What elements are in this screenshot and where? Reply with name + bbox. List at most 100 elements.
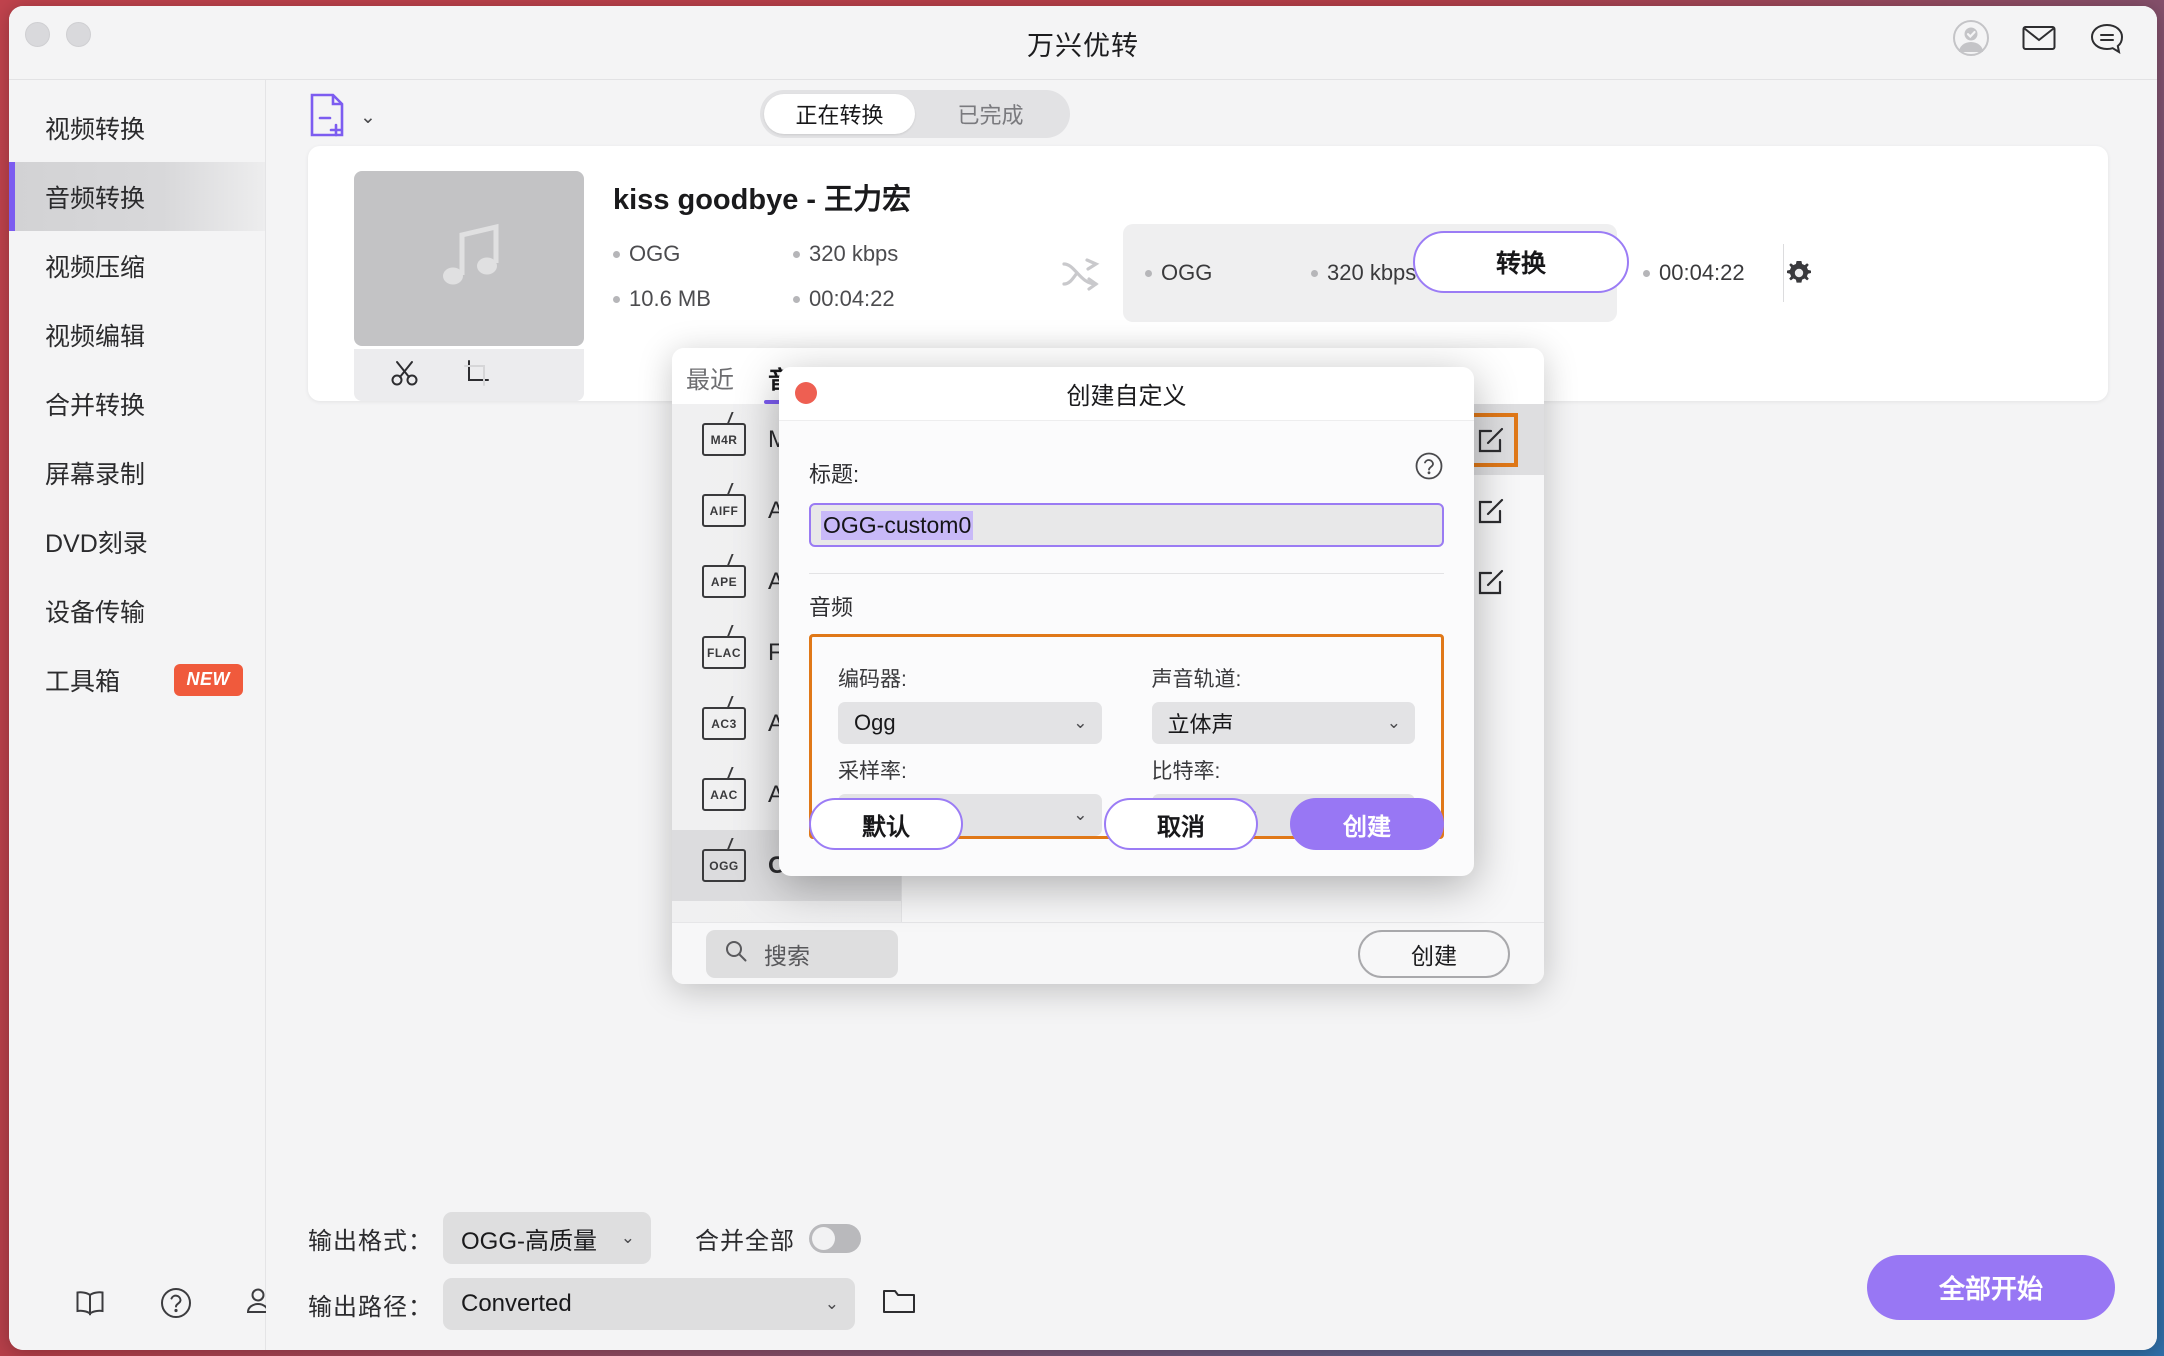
merge-all-toggle[interactable] <box>809 1224 861 1253</box>
help-circle-icon[interactable] <box>159 1286 193 1320</box>
tab-recent[interactable]: 最近 <box>686 360 734 404</box>
file-thumbnail <box>354 171 584 346</box>
music-note-icon <box>426 213 512 304</box>
main-content: ⌄ 正在转换 已完成 kiss goodbye - 王力宏 OGG <box>266 80 2157 1350</box>
sidebar-item-label: 音频转换 <box>45 179 145 215</box>
create-button[interactable]: 创建 <box>1290 798 1444 850</box>
dialog-header: 创建自定义 <box>779 367 1474 421</box>
search-input[interactable]: 搜索 <box>706 930 898 978</box>
file-source-meta-row-2: 10.6 MB 00:04:22 <box>613 286 1033 312</box>
crop-icon[interactable] <box>462 358 492 393</box>
list-item: 320 kbps <box>793 241 933 267</box>
sidebar-item-label: 视频编辑 <box>45 317 145 353</box>
encoder-select[interactable]: Ogg ⌄ <box>838 702 1102 744</box>
gear-icon[interactable] <box>1783 244 1814 302</box>
output-path-select[interactable]: Converted ⌄ <box>443 1278 855 1330</box>
default-button[interactable]: 默认 <box>809 798 963 850</box>
channel-select[interactable]: 立体声 ⌄ <box>1152 702 1416 744</box>
sidebar-item-video-edit[interactable]: 视频编辑 <box>9 300 265 369</box>
close-icon[interactable] <box>795 382 817 404</box>
bottom-bar: 输出格式： OGG-高质量 ⌄ 合并全部 输出路径： Converted ⌄ <box>266 1190 2157 1350</box>
mail-icon[interactable] <box>2019 18 2059 58</box>
sidebar-item-device-transfer[interactable]: 设备传输 <box>9 576 265 645</box>
file-source-meta-row-1: OGG 320 kbps <box>613 241 1033 267</box>
file-name: kiss goodbye - 王力宏 <box>613 176 911 218</box>
list-item: 00:04:22 <box>793 286 933 312</box>
merge-all-control[interactable]: 合并全部 <box>695 1221 861 1256</box>
convert-button[interactable]: 转换 <box>1413 231 1629 293</box>
encoder-label: 编码器: <box>838 663 1102 693</box>
list-item: 10.6 MB <box>613 286 753 312</box>
chevron-down-icon: ⌄ <box>1387 713 1401 733</box>
sidebar-item-audio-convert[interactable]: 音频转换 <box>9 162 265 231</box>
dialog-footer-actions: 取消 创建 <box>1104 798 1444 850</box>
output-format-label: 输出格式： <box>308 1221 433 1256</box>
divider <box>809 573 1444 574</box>
search-icon <box>724 939 748 969</box>
conversion-status-tabs[interactable]: 正在转换 已完成 <box>760 90 1070 138</box>
sidebar-item-video-compress[interactable]: 视频压缩 <box>9 231 265 300</box>
status-badge: NEW <box>174 664 244 696</box>
chevron-down-icon: ⌄ <box>1073 713 1087 733</box>
format-file-icon: FLAC <box>702 636 746 669</box>
create-preset-button[interactable]: 创建 <box>1358 930 1510 978</box>
sidebar-nav: 视频转换 音频转换 视频压缩 视频编辑 合并转换 屏幕录制 DVD刻录 设备传输 <box>9 93 265 714</box>
add-file-button[interactable]: ⌄ <box>308 92 376 143</box>
chevron-down-icon: ⌄ <box>621 1228 635 1248</box>
audio-section-label: 音频 <box>809 590 1444 622</box>
merge-all-label: 合并全部 <box>695 1221 795 1256</box>
dialog-footer: 默认 取消 创建 <box>779 772 1474 876</box>
title-input-value: OGG-custom0 <box>821 511 973 540</box>
edit-icon[interactable] <box>1468 417 1514 463</box>
format-file-icon: M4R <box>702 423 746 456</box>
tab-converting[interactable]: 正在转换 <box>764 94 915 134</box>
sidebar-item-dvd-burn[interactable]: DVD刻录 <box>9 507 265 576</box>
list-item: OGG <box>1145 260 1285 286</box>
encoder-field: 编码器: Ogg ⌄ <box>838 663 1102 745</box>
format-file-icon: AC3 <box>702 707 746 740</box>
help-circle-icon[interactable] <box>1414 451 1444 481</box>
sidebar-item-screen-record[interactable]: 屏幕录制 <box>9 438 265 507</box>
sidebar-item-label: 设备传输 <box>45 593 145 629</box>
content-toolbar: ⌄ 正在转换 已完成 <box>266 80 2157 146</box>
sidebar-item-toolbox[interactable]: 工具箱 NEW <box>9 645 265 714</box>
start-all-button[interactable]: 全部开始 <box>1867 1255 2115 1320</box>
chevron-down-icon[interactable]: ⌄ <box>360 106 376 129</box>
sidebar-item-label: 工具箱 <box>45 662 120 698</box>
chat-icon[interactable] <box>2087 18 2127 58</box>
sidebar-item-label: DVD刻录 <box>45 524 148 560</box>
sidebar-item-label: 屏幕录制 <box>45 455 145 491</box>
sidebar-item-label: 视频转换 <box>45 110 145 146</box>
format-file-icon: APE <box>702 565 746 598</box>
dialog-title: 创建自定义 <box>1067 376 1187 411</box>
output-format-select[interactable]: OGG-高质量 ⌄ <box>443 1212 651 1264</box>
output-path-label: 输出路径： <box>308 1287 433 1322</box>
sidebar: 视频转换 音频转换 视频压缩 视频编辑 合并转换 屏幕录制 DVD刻录 设备传输 <box>9 80 266 1350</box>
edit-icon[interactable] <box>1468 559 1514 605</box>
scissors-icon[interactable] <box>390 358 420 393</box>
desktop-background: 万兴优转 <box>0 0 2164 1356</box>
channel-label: 声音轨道: <box>1152 663 1416 693</box>
tab-completed[interactable]: 已完成 <box>915 94 1066 134</box>
format-file-icon: AAC <box>702 778 746 811</box>
title-input[interactable]: OGG-custom0 <box>809 503 1444 547</box>
app-window: 万兴优转 <box>9 6 2157 1350</box>
output-path-row: 输出路径： Converted ⌄ <box>308 1278 921 1330</box>
sidebar-item-label: 视频压缩 <box>45 248 145 284</box>
edit-icon[interactable] <box>1468 488 1514 534</box>
page-title: 万兴优转 <box>9 6 2157 80</box>
sidebar-item-merge-convert[interactable]: 合并转换 <box>9 369 265 438</box>
account-verified-icon[interactable] <box>1951 18 1991 58</box>
list-item: OGG <box>613 241 753 267</box>
cancel-button[interactable]: 取消 <box>1104 798 1258 850</box>
folder-icon[interactable] <box>881 1284 921 1324</box>
book-icon[interactable] <box>73 1286 107 1320</box>
output-format-row: 输出格式： OGG-高质量 ⌄ 合并全部 <box>308 1212 861 1264</box>
title-field-label: 标题: <box>809 457 1444 489</box>
channel-field: 声音轨道: 立体声 ⌄ <box>1152 663 1416 745</box>
title-bar-icons <box>1951 18 2127 58</box>
file-row-actions <box>354 349 584 401</box>
format-file-icon: AIFF <box>702 494 746 527</box>
sidebar-item-video-convert[interactable]: 视频转换 <box>9 93 265 162</box>
chevron-down-icon: ⌄ <box>825 1294 839 1314</box>
